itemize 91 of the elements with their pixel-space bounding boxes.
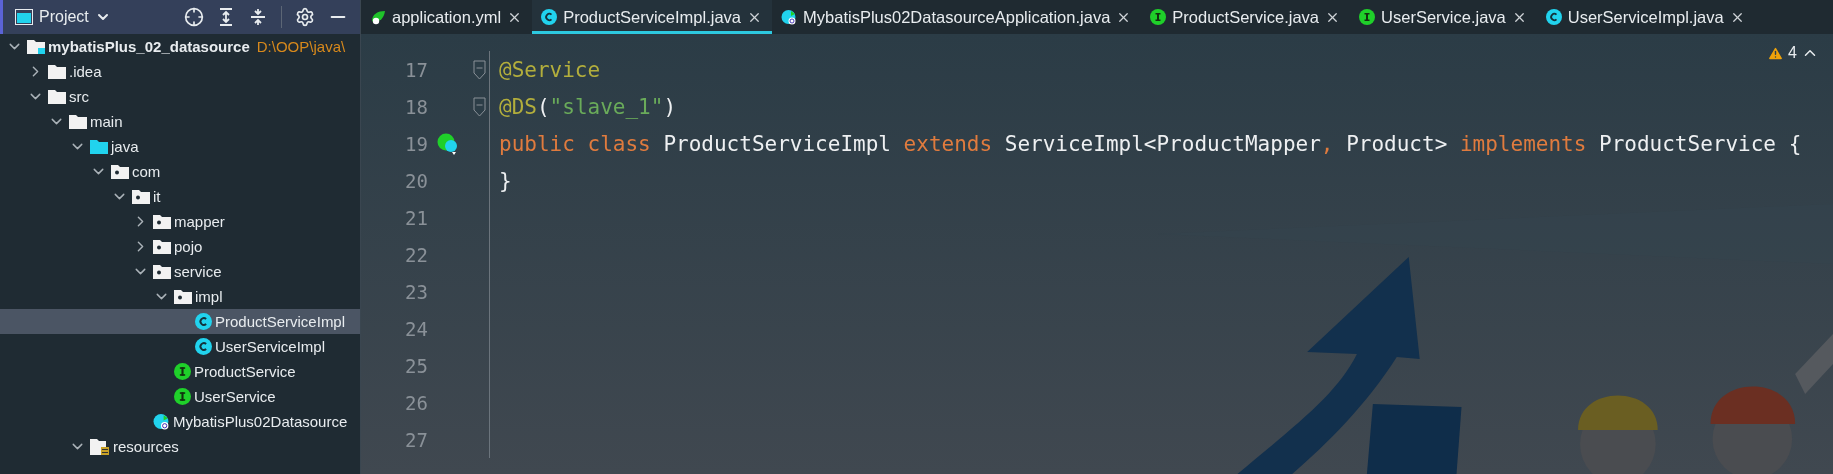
resources-folder-icon [90,438,110,455]
tree-item[interactable]: .idea [0,59,360,84]
editor-tab[interactable]: MybatisPlus02DatasourceApplication.java [772,0,1142,34]
tree-item[interactable]: mapper [0,209,360,234]
interface-icon [174,363,191,380]
tree-item[interactable]: UserService [0,384,360,409]
line-number: 23 [404,280,428,303]
tree-item[interactable]: java [0,134,360,159]
folder-icon [48,89,66,104]
tree-item-label: MybatisPlus02Datasource [173,413,348,430]
tree-item[interactable]: MybatisPlus02Datasource [0,409,360,434]
code-line: public class ProductServiceImpl extends ServiceImpl<ProductMapper, Product> implements ProductService { [498,131,1802,156]
line-number: 26 [404,391,428,414]
spring-leaf-icon [370,9,386,25]
fold-icon[interactable] [473,59,486,80]
tree-item[interactable]: resources [0,434,360,459]
tab-label: ProductService.java [1172,7,1320,27]
tree-item[interactable]: ProductService [0,359,360,384]
editor-tab[interactable]: ProductService.java [1141,0,1351,34]
tree-item-label: ProductService [194,363,296,380]
line-number: 17 [404,58,428,81]
tree-item-label: UserServiceImpl [215,338,326,355]
tree-item-label: java [111,138,139,155]
code-line: @DS("slave_1") [498,94,677,119]
interface-icon [1150,9,1167,25]
line-number: 18 [404,95,428,118]
tree-item[interactable]: main [0,109,360,134]
tree-item-label: src [69,88,89,105]
tree-item-label: UserService [194,388,276,405]
editor-tab[interactable]: UserServiceImpl.java [1536,0,1755,34]
folder-icon [90,139,108,154]
tree-item-label: resources [113,438,179,455]
tree-item-label: mybatisPlus_02_datasource [48,38,250,55]
folder-icon [48,64,66,79]
tree-item-label: .idea [69,63,102,80]
spring-class-icon [153,413,170,430]
package-icon [153,264,171,279]
editor-tab[interactable]: ProductServiceImpl.java [532,0,773,34]
warning-count[interactable]: 4 [1788,44,1797,62]
tree-item-label: impl [195,288,223,305]
tree-item[interactable]: service [0,259,360,284]
tree-item[interactable]: mybatisPlus_02_datasource D:\OOP\java\ [0,34,360,59]
line-number: 20 [404,169,428,192]
line-number: 19 [404,132,428,155]
tree-item[interactable]: src [0,84,360,109]
tree-item[interactable]: com [0,159,360,184]
tree-item-label: mapper [174,213,225,230]
package-icon [132,189,150,204]
tree-item[interactable]: it [0,184,360,209]
class-icon [1545,9,1562,25]
warning-icon[interactable] [1767,44,1785,62]
package-icon [111,164,129,179]
line-number: 25 [404,354,428,377]
line-number: 27 [404,428,428,451]
code-line: @Service [498,57,601,82]
tree-item[interactable]: UserServiceImpl [0,334,360,359]
tab-label: application.yml [392,7,502,27]
editor-tab[interactable]: application.yml [361,0,533,34]
project-view-dropdown[interactable]: Project [39,8,111,26]
folder-icon [69,114,87,129]
tab-label: UserService.java [1381,7,1506,27]
tab-label: UserServiceImpl.java [1567,7,1724,27]
interface-icon [174,388,191,405]
package-icon [174,289,192,304]
package-icon [153,239,171,254]
tree-item-label: com [132,163,161,180]
tab-label: ProductServiceImpl.java [563,7,742,27]
tree-item-label: ProductServiceImpl [215,313,346,330]
tree-item[interactable]: impl [0,284,360,309]
class-icon [195,338,212,355]
folder-icon [27,39,45,54]
editor-tab[interactable]: UserService.java [1350,0,1537,34]
tab-label: MybatisPlus02DatasourceApplication.java [803,7,1111,27]
line-number: 21 [404,206,428,229]
package-icon [153,214,171,229]
window-icon [15,9,33,25]
tree-item-label: service [174,263,222,280]
tree-item[interactable]: pojo [0,234,360,259]
tree-item-label: main [90,113,123,130]
tree-item-label: it [153,188,161,205]
code-line: } [498,168,512,193]
project-path: D:\OOP\java\ [256,38,346,55]
tree-item-label: pojo [174,238,203,255]
spring-class-icon [781,9,798,25]
line-number: 24 [404,317,428,340]
interface-icon [1359,9,1376,25]
class-icon [541,9,558,25]
tree-item[interactable]: ProductServiceImpl [0,309,360,334]
line-number: 22 [404,243,428,266]
class-icon [195,313,212,330]
fold-icon[interactable] [473,96,486,117]
